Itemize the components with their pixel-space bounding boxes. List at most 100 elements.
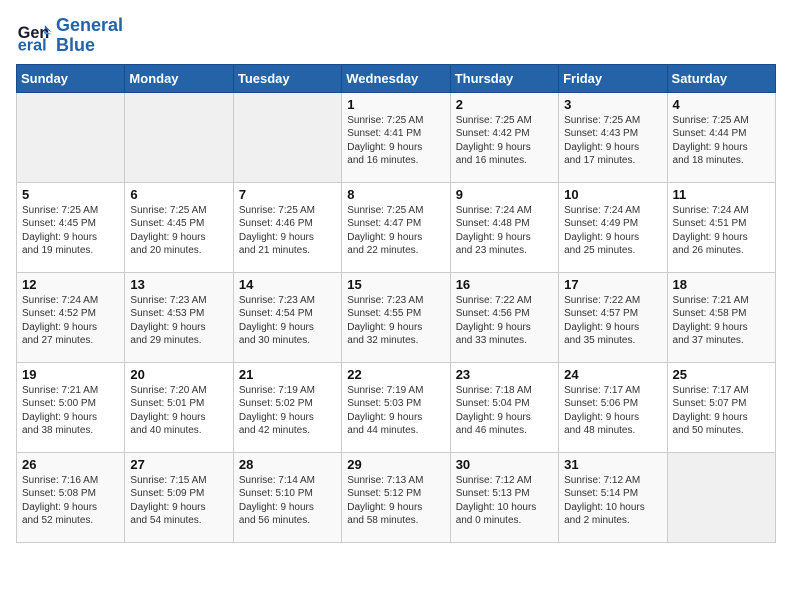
calendar-cell: 20 Sunrise: 7:20 AM Sunset: 5:01 PM Dayli… <box>125 362 233 452</box>
calendar-cell: 15 Sunrise: 7:23 AM Sunset: 4:55 PM Dayli… <box>342 272 450 362</box>
day-number: 22 <box>347 367 444 382</box>
calendar-cell: 16Sunrise: 7:22 AM Sunset: 4:56 PM Dayli… <box>450 272 558 362</box>
day-number: 2 <box>456 97 553 112</box>
day-number: 20 <box>130 367 227 382</box>
day-number: 28 <box>239 457 336 472</box>
day-info: Sunrise: 7:24 AM Sunset: 4:49 PM Dayligh… <box>564 204 661 258</box>
day-number: 8 <box>347 187 444 202</box>
day-number: 31 <box>564 457 661 472</box>
day-info: Sunrise: 7:24 AM Sunset: 4:52 PM Dayligh… <box>22 294 119 348</box>
day-info: Sunrise: 7:19 AM Sunset: 5:03 PM Dayligh… <box>347 384 444 438</box>
calendar-cell: 4 Sunrise: 7:25 AM Sunset: 4:44 PM Daylig… <box>667 92 775 182</box>
calendar-cell: 30Sunrise: 7:12 AM Sunset: 5:13 PM Dayli… <box>450 452 558 542</box>
calendar-cell: 26 Sunrise: 7:16 AM Sunset: 5:08 PM Dayli… <box>17 452 125 542</box>
calendar-cell: 10 Sunrise: 7:24 AM Sunset: 4:49 PM Dayli… <box>559 182 667 272</box>
calendar-cell <box>17 92 125 182</box>
week-row-1: 5 Sunrise: 7:25 AM Sunset: 4:45 PM Daylig… <box>17 182 776 272</box>
calendar-cell: 24Sunrise: 7:17 AM Sunset: 5:06 PM Dayli… <box>559 362 667 452</box>
week-row-4: 26 Sunrise: 7:16 AM Sunset: 5:08 PM Dayli… <box>17 452 776 542</box>
day-number: 12 <box>22 277 119 292</box>
header-sunday: Sunday <box>17 64 125 92</box>
day-number: 18 <box>673 277 770 292</box>
day-info: Sunrise: 7:25 AM Sunset: 4:44 PM Dayligh… <box>673 114 770 168</box>
calendar-cell: 29Sunrise: 7:13 AM Sunset: 5:12 PM Dayli… <box>342 452 450 542</box>
day-info: Sunrise: 7:23 AM Sunset: 4:54 PM Dayligh… <box>239 294 336 348</box>
day-number: 29 <box>347 457 444 472</box>
day-info: Sunrise: 7:20 AM Sunset: 5:01 PM Dayligh… <box>130 384 227 438</box>
day-info: Sunrise: 7:23 AM Sunset: 4:53 PM Dayligh… <box>130 294 227 348</box>
day-number: 27 <box>130 457 227 472</box>
calendar-cell: 6 Sunrise: 7:25 AM Sunset: 4:45 PM Daylig… <box>125 182 233 272</box>
logo-icon: Gen eral <box>16 18 52 54</box>
calendar-cell <box>233 92 341 182</box>
header-saturday: Saturday <box>667 64 775 92</box>
day-info: Sunrise: 7:25 AM Sunset: 4:42 PM Dayligh… <box>456 114 553 168</box>
day-info: Sunrise: 7:12 AM Sunset: 5:13 PM Dayligh… <box>456 474 553 528</box>
day-info: Sunrise: 7:14 AM Sunset: 5:10 PM Dayligh… <box>239 474 336 528</box>
calendar-cell <box>125 92 233 182</box>
calendar-cell: 7Sunrise: 7:25 AM Sunset: 4:46 PM Daylig… <box>233 182 341 272</box>
week-row-3: 19Sunrise: 7:21 AM Sunset: 5:00 PM Dayli… <box>17 362 776 452</box>
calendar-cell: 17 Sunrise: 7:22 AM Sunset: 4:57 PM Dayli… <box>559 272 667 362</box>
day-number: 3 <box>564 97 661 112</box>
day-number: 14 <box>239 277 336 292</box>
calendar-cell: 28 Sunrise: 7:14 AM Sunset: 5:10 PM Dayli… <box>233 452 341 542</box>
day-info: Sunrise: 7:23 AM Sunset: 4:55 PM Dayligh… <box>347 294 444 348</box>
day-number: 11 <box>673 187 770 202</box>
calendar-cell: 22 Sunrise: 7:19 AM Sunset: 5:03 PM Dayli… <box>342 362 450 452</box>
day-info: Sunrise: 7:12 AM Sunset: 5:14 PM Dayligh… <box>564 474 661 528</box>
day-number: 6 <box>130 187 227 202</box>
day-number: 17 <box>564 277 661 292</box>
calendar-cell: 25 Sunrise: 7:17 AM Sunset: 5:07 PM Dayli… <box>667 362 775 452</box>
calendar-cell: 1 Sunrise: 7:25 AM Sunset: 4:41 PM Daylig… <box>342 92 450 182</box>
header-friday: Friday <box>559 64 667 92</box>
svg-text:eral: eral <box>18 36 47 54</box>
calendar-cell: 18 Sunrise: 7:21 AM Sunset: 4:58 PM Dayli… <box>667 272 775 362</box>
day-info: Sunrise: 7:25 AM Sunset: 4:47 PM Dayligh… <box>347 204 444 258</box>
calendar-cell <box>667 452 775 542</box>
day-number: 1 <box>347 97 444 112</box>
day-info: Sunrise: 7:25 AM Sunset: 4:43 PM Dayligh… <box>564 114 661 168</box>
header-thursday: Thursday <box>450 64 558 92</box>
day-info: Sunrise: 7:19 AM Sunset: 5:02 PM Dayligh… <box>239 384 336 438</box>
day-number: 15 <box>347 277 444 292</box>
calendar-cell: 11Sunrise: 7:24 AM Sunset: 4:51 PM Dayli… <box>667 182 775 272</box>
header-monday: Monday <box>125 64 233 92</box>
calendar-cell: 2 Sunrise: 7:25 AM Sunset: 4:42 PM Daylig… <box>450 92 558 182</box>
day-number: 10 <box>564 187 661 202</box>
calendar-cell: 13 Sunrise: 7:23 AM Sunset: 4:53 PM Dayli… <box>125 272 233 362</box>
calendar-header-row: SundayMondayTuesdayWednesdayThursdayFrid… <box>17 64 776 92</box>
day-number: 4 <box>673 97 770 112</box>
header-wednesday: Wednesday <box>342 64 450 92</box>
logo: Gen eral General Blue <box>16 16 123 56</box>
calendar-cell: 3 Sunrise: 7:25 AM Sunset: 4:43 PM Daylig… <box>559 92 667 182</box>
day-info: Sunrise: 7:21 AM Sunset: 4:58 PM Dayligh… <box>673 294 770 348</box>
calendar-table: SundayMondayTuesdayWednesdayThursdayFrid… <box>16 64 776 543</box>
calendar-cell: 12 Sunrise: 7:24 AM Sunset: 4:52 PM Dayli… <box>17 272 125 362</box>
calendar-cell: 9 Sunrise: 7:24 AM Sunset: 4:48 PM Daylig… <box>450 182 558 272</box>
day-number: 25 <box>673 367 770 382</box>
calendar-cell: 31 Sunrise: 7:12 AM Sunset: 5:14 PM Dayli… <box>559 452 667 542</box>
week-row-0: 1 Sunrise: 7:25 AM Sunset: 4:41 PM Daylig… <box>17 92 776 182</box>
day-info: Sunrise: 7:25 AM Sunset: 4:46 PM Dayligh… <box>239 204 336 258</box>
day-info: Sunrise: 7:16 AM Sunset: 5:08 PM Dayligh… <box>22 474 119 528</box>
day-number: 21 <box>239 367 336 382</box>
calendar-cell: 14 Sunrise: 7:23 AM Sunset: 4:54 PM Dayli… <box>233 272 341 362</box>
day-number: 5 <box>22 187 119 202</box>
day-number: 19 <box>22 367 119 382</box>
day-info: Sunrise: 7:24 AM Sunset: 4:48 PM Dayligh… <box>456 204 553 258</box>
day-info: Sunrise: 7:18 AM Sunset: 5:04 PM Dayligh… <box>456 384 553 438</box>
day-number: 13 <box>130 277 227 292</box>
day-info: Sunrise: 7:25 AM Sunset: 4:41 PM Dayligh… <box>347 114 444 168</box>
calendar-cell: 8 Sunrise: 7:25 AM Sunset: 4:47 PM Daylig… <box>342 182 450 272</box>
day-info: Sunrise: 7:25 AM Sunset: 4:45 PM Dayligh… <box>130 204 227 258</box>
day-number: 26 <box>22 457 119 472</box>
day-number: 24 <box>564 367 661 382</box>
week-row-2: 12 Sunrise: 7:24 AM Sunset: 4:52 PM Dayli… <box>17 272 776 362</box>
day-info: Sunrise: 7:25 AM Sunset: 4:45 PM Dayligh… <box>22 204 119 258</box>
day-info: Sunrise: 7:22 AM Sunset: 4:57 PM Dayligh… <box>564 294 661 348</box>
calendar-cell: 5 Sunrise: 7:25 AM Sunset: 4:45 PM Daylig… <box>17 182 125 272</box>
day-number: 9 <box>456 187 553 202</box>
calendar-cell: 23Sunrise: 7:18 AM Sunset: 5:04 PM Dayli… <box>450 362 558 452</box>
day-info: Sunrise: 7:17 AM Sunset: 5:07 PM Dayligh… <box>673 384 770 438</box>
